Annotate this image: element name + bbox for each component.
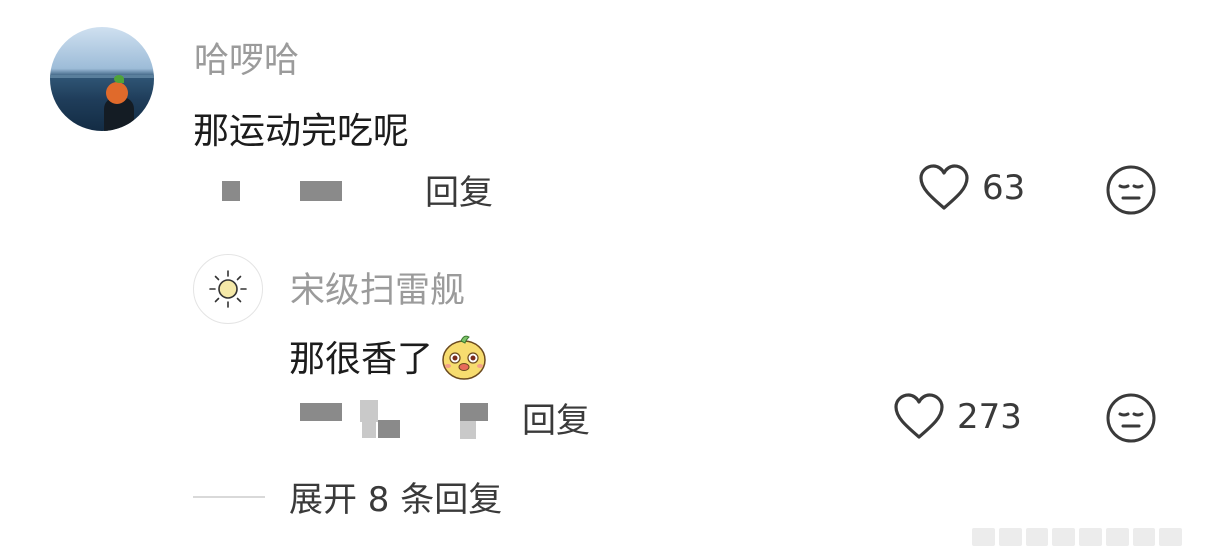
redacted-meta	[460, 421, 476, 439]
watermark-segment	[1159, 528, 1182, 546]
avatar-leaf	[114, 75, 124, 83]
comment-username[interactable]: 哈啰哈	[194, 32, 299, 83]
sun-icon	[209, 270, 247, 308]
neutral-face-icon	[1106, 165, 1156, 215]
redacted-meta	[360, 400, 378, 422]
redacted-meta	[300, 181, 342, 201]
reply-avatar[interactable]	[193, 254, 263, 324]
redacted-meta	[222, 181, 240, 201]
reply-content: 那很香了	[289, 330, 489, 382]
watermark-segment	[1052, 528, 1075, 546]
watermark-segment	[1025, 528, 1049, 546]
reply-button[interactable]: 回复	[522, 393, 590, 442]
avatar-toy	[106, 82, 128, 104]
dislike-button[interactable]	[1105, 392, 1157, 448]
expand-replies-label: 展开 8 条回复	[289, 480, 503, 520]
redacted-meta	[460, 403, 488, 421]
expand-replies[interactable]: 展开 8 条回复	[193, 472, 502, 521]
watermark-segment	[998, 528, 1022, 546]
watermark-segment	[1132, 528, 1156, 546]
like-count: 273	[957, 397, 1022, 437]
watermark	[972, 528, 1182, 546]
like-button[interactable]: 63	[918, 164, 1025, 212]
watermark-segment	[972, 528, 995, 546]
comment-thread: 哈啰哈 那运动完吃呢 回复 63 宋级扫雷舰 那很香了 回复 273 展开 8 …	[0, 0, 1206, 560]
reply-username[interactable]: 宋级扫雷舰	[290, 262, 465, 313]
watermark-segment	[1105, 528, 1129, 546]
avatar[interactable]	[50, 27, 154, 131]
dislike-button[interactable]	[1105, 164, 1157, 220]
watermark-segment	[1079, 528, 1102, 546]
divider	[193, 495, 265, 498]
heart-outline-icon	[919, 164, 969, 210]
neutral-face-icon	[1106, 393, 1156, 443]
avatar-horizon	[50, 75, 154, 78]
like-button[interactable]: 273	[893, 393, 1022, 441]
reply-button[interactable]: 回复	[425, 165, 493, 214]
redacted-meta	[300, 403, 342, 421]
like-count: 63	[982, 168, 1026, 208]
comment-text: 那运动完吃呢	[193, 111, 410, 152]
redacted-meta	[362, 422, 376, 438]
redacted-meta	[378, 420, 400, 438]
reply-text: 那很香了	[289, 339, 434, 380]
heart-outline-icon	[894, 393, 944, 439]
cartoon-face-emoji	[442, 335, 486, 380]
